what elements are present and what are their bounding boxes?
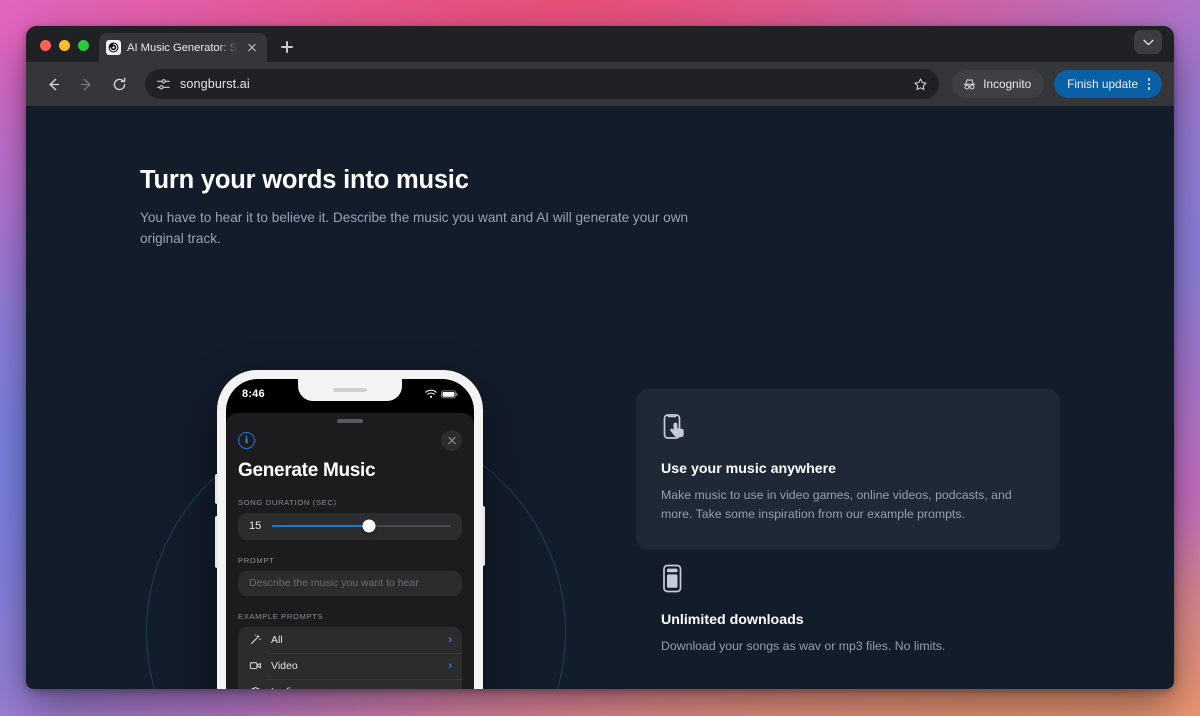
info-icon[interactable]: i	[238, 431, 255, 449]
phone-power-button	[482, 506, 485, 566]
arrow-left-icon[interactable]	[38, 69, 68, 99]
close-window-button[interactable]	[40, 40, 51, 51]
example-prompts-label: EXAMPLE PROMPTS	[238, 611, 324, 621]
hero-section: Turn your words into music You have to h…	[140, 166, 760, 249]
incognito-label: Incognito	[983, 77, 1032, 91]
list-item-label: All	[271, 633, 283, 646]
songburst-logo-icon	[106, 40, 121, 55]
phone-screen: 8:46 i Generate Music SONG DURATION (SEC…	[226, 379, 474, 689]
close-icon[interactable]	[441, 429, 462, 451]
list-item[interactable]: All ›	[238, 627, 462, 653]
feature-body: Make music to use in video games, online…	[661, 488, 1012, 521]
phone-notch	[298, 379, 402, 401]
feature-body: Download your songs as wav or mp3 files.…	[661, 639, 946, 653]
feature-title: Use your music anywhere	[661, 461, 837, 477]
list-item-label: Video	[271, 659, 298, 672]
page-content: Turn your words into music You have to h…	[26, 106, 1174, 689]
address-bar[interactable]: songburst.ai	[145, 69, 940, 99]
prompt-input[interactable]: Describe the music you want to hear	[238, 570, 462, 596]
kebab-menu-icon[interactable]	[1142, 76, 1156, 92]
feature-title: Unlimited downloads	[661, 612, 804, 628]
sheet-grabber[interactable]	[337, 419, 363, 423]
tab-title: AI Music Generator: Songburst	[127, 41, 238, 54]
feature-block-unlimited-downloads: Unlimited downloads Download your songs …	[661, 564, 1061, 656]
download-device-icon	[661, 564, 689, 594]
tab-strip: AI Music Generator: Songburst	[26, 26, 1174, 62]
maximize-window-button[interactable]	[78, 40, 89, 51]
browser-tab[interactable]: AI Music Generator: Songburst	[99, 33, 267, 62]
duration-value: 15	[249, 520, 262, 532]
window-traffic-lights	[38, 40, 99, 62]
sheet-title: Generate Music	[238, 459, 376, 481]
slider-thumb[interactable]	[362, 519, 376, 533]
incognito-indicator[interactable]: Incognito	[952, 70, 1045, 98]
chevron-right-icon: ›	[448, 633, 452, 646]
site-settings-icon[interactable]	[156, 77, 171, 92]
duration-label: SONG DURATION (SEC)	[238, 497, 337, 507]
phone-mockup: 8:46 i Generate Music SONG DURATION (SEC…	[215, 370, 485, 689]
status-indicators	[425, 389, 458, 399]
list-item-label: Lo-fi	[271, 686, 439, 690]
page-title: Turn your words into music	[140, 166, 469, 194]
minimize-window-button[interactable]	[59, 40, 70, 51]
page-subtitle: You have to hear it to believe it. Descr…	[140, 210, 689, 246]
list-item[interactable]: Video ›	[238, 652, 462, 679]
example-prompts-list: All › Video ›	[238, 626, 462, 690]
arrow-right-icon[interactable]	[71, 69, 101, 99]
reload-icon[interactable]	[104, 69, 134, 99]
generate-music-sheet: i Generate Music SONG DURATION (SEC) 15 …	[226, 413, 474, 689]
magic-wand-icon	[248, 633, 262, 647]
status-time: 8:46	[242, 388, 265, 400]
sheet-header: i	[238, 429, 462, 451]
incognito-icon	[964, 78, 976, 89]
battery-icon	[441, 389, 458, 398]
song-duration-slider[interactable]: 15	[238, 512, 462, 540]
browser-toolbar: songburst.ai Incognito Finish update	[26, 62, 1174, 106]
list-item[interactable]: Lo-fi ›	[238, 678, 462, 690]
browser-window: AI Music Generator: Songburst songburst.…	[26, 26, 1174, 689]
close-icon[interactable]	[244, 40, 260, 56]
notch-speaker	[333, 387, 367, 392]
prompt-placeholder: Describe the music you want to hear	[249, 577, 419, 589]
chevron-right-icon: ›	[448, 659, 452, 672]
finish-update-label: Finish update	[1067, 77, 1138, 91]
graduation-cap-icon	[248, 685, 262, 689]
phone-tap-icon	[661, 413, 689, 443]
url-text[interactable]: songburst.ai	[180, 77, 250, 91]
chevron-down-icon[interactable]	[1134, 30, 1162, 54]
slider-fill	[272, 524, 369, 528]
chevron-right-icon: ›	[448, 686, 452, 690]
phone-status-bar: 8:46	[226, 379, 474, 409]
video-camera-icon	[248, 659, 262, 673]
star-icon[interactable]	[907, 71, 933, 97]
slider-track[interactable]	[272, 519, 451, 533]
new-tab-button[interactable]	[273, 33, 301, 61]
finish-update-button[interactable]: Finish update	[1054, 70, 1162, 98]
wifi-icon	[425, 389, 437, 398]
prompt-label: PROMPT	[238, 555, 275, 565]
feature-card-use-anywhere: Use your music anywhere Make music to us…	[636, 389, 1060, 550]
